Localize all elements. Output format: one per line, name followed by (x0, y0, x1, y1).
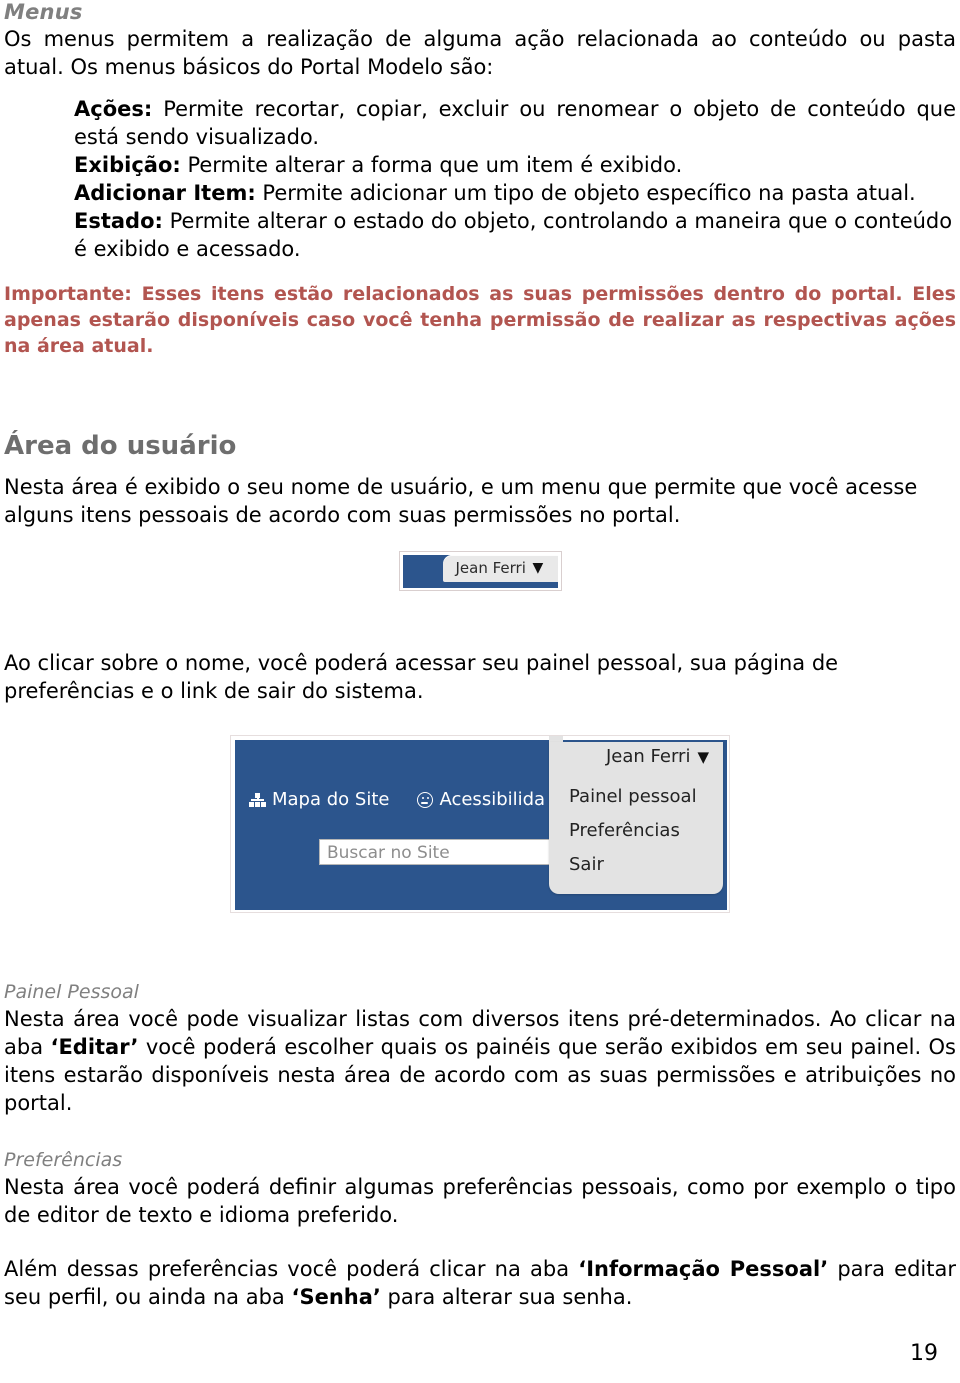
sitemap-icon (249, 793, 266, 807)
accessibility-link[interactable]: Acessibilida (417, 788, 545, 812)
section-heading-preferencias: Preferências (4, 1149, 123, 1171)
menus-item-exibicao-term: Exibição: (74, 153, 181, 177)
preferencias-bold-informacao-pessoal: ‘Informação Pessoal’ (578, 1257, 829, 1281)
chevron-down-icon: ▼ (697, 748, 709, 766)
document-page: Menus Os menus permitem a realização de … (0, 0, 960, 1383)
menus-item-acoes-desc: Permite recortar, copiar, excluir ou ren… (74, 97, 956, 149)
area-usuario-paragraph-1: Nesta área é exibido o seu nome de usuár… (4, 475, 918, 527)
user-dropdown-item-list: Painel pessoal Preferências Sair (549, 772, 723, 894)
search-input[interactable]: Buscar no Site (319, 839, 572, 865)
menus-item-acoes: Ações: Permite recortar, copiar, excluir… (74, 95, 956, 151)
menus-item-estado-term: Estado: (74, 209, 163, 233)
menu-item-painel-pessoal[interactable]: Painel pessoal (569, 780, 723, 814)
search-input-placeholder: Buscar no Site (327, 843, 450, 863)
menus-item-acoes-term: Ações: (74, 97, 153, 121)
menus-item-estado-desc: Permite alterar o estado do objeto, cont… (74, 209, 953, 261)
menu-item-preferencias[interactable]: Preferências (569, 814, 723, 848)
user-dropdown-menu: Jean Ferri ▼ Painel pessoal Preferências… (549, 742, 723, 894)
smiley-face-icon (417, 792, 434, 808)
menus-important-note: Importante: Esses itens estão relacionad… (4, 283, 956, 357)
user-name-label: Jean Ferri (455, 559, 526, 577)
preferencias-paragraph-2: Além dessas preferências você poderá cli… (4, 1255, 956, 1311)
accessibility-link-label: Acessibilida (439, 789, 546, 810)
figure-header-menu-wrapper: Mapa do Site Acessibilida Buscar no Site… (4, 735, 956, 913)
section-heading-menus: Menus (4, 0, 83, 24)
painel-pessoal-bold-editar: ‘Editar’ (50, 1035, 139, 1059)
menus-item-list: Ações: Permite recortar, copiar, excluir… (74, 95, 956, 263)
menus-item-adicionar: Adicionar Item: Permite adicionar um tip… (74, 179, 956, 207)
figure-header-menu: Mapa do Site Acessibilida Buscar no Site… (230, 735, 730, 913)
preferencias-paragraph-1: Nesta área você poderá definir algumas p… (4, 1175, 956, 1227)
section-heading-area-do-usuario: Área do usuário (4, 431, 237, 461)
preferencias-bold-senha: ‘Senha’ (291, 1285, 381, 1309)
user-dropdown-trigger[interactable]: Jean Ferri ▼ (549, 742, 723, 772)
menu-item-sair[interactable]: Sair (569, 848, 723, 882)
menus-item-adicionar-term: Adicionar Item: (74, 181, 256, 205)
sitemap-link-label: Mapa do Site (272, 789, 390, 810)
sitemap-link[interactable]: Mapa do Site (249, 788, 389, 812)
menus-intro-paragraph: Os menus permitem a realização de alguma… (4, 27, 956, 79)
figure-user-button: Jean Ferri ▼ (398, 551, 562, 591)
portal-header-links: Mapa do Site Acessibilida (249, 788, 545, 812)
user-name-label: Jean Ferri (605, 746, 691, 767)
figure-user-button-wrapper: Jean Ferri ▼ (4, 551, 956, 591)
menus-item-adicionar-desc: Permite adicionar um tipo de objeto espe… (262, 181, 916, 205)
menus-item-exibicao: Exibição: Permite alterar a forma que um… (74, 151, 956, 179)
page-number: 19 (910, 1341, 938, 1366)
area-usuario-paragraph-2: Ao clicar sobre o nome, você poderá aces… (4, 651, 839, 703)
menus-item-estado: Estado: Permite alterar o estado do obje… (74, 207, 956, 263)
painel-pessoal-text-b: você poderá escolher quais os painéis qu… (4, 1035, 956, 1115)
section-heading-painel-pessoal: Painel Pessoal (4, 981, 139, 1003)
preferencias-text-a: Além dessas preferências você poderá cli… (4, 1257, 579, 1281)
chevron-down-icon: ▼ (532, 560, 544, 576)
menus-item-exibicao-desc: Permite alterar a forma que um item é ex… (187, 153, 683, 177)
painel-pessoal-paragraph: Nesta área você pode visualizar listas c… (4, 1005, 956, 1117)
preferencias-text-c: para alterar sua senha. (380, 1285, 633, 1309)
